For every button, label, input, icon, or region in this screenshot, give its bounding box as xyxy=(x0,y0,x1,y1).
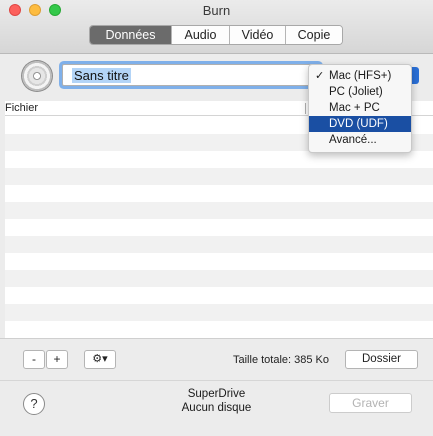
column-header-fichier[interactable]: Fichier xyxy=(5,102,38,114)
menu-item-label: Mac + PC xyxy=(329,102,380,114)
title-bar: Burn Données Audio Vidéo Copie xyxy=(0,0,433,54)
total-size-label: Taille totale: 385 Ko xyxy=(233,354,330,366)
menu-item-pc-joliet[interactable]: PC (Joliet) xyxy=(309,84,411,100)
gear-icon: ⚙▾ xyxy=(92,353,108,365)
add-button[interactable]: + xyxy=(46,350,68,369)
format-menu: ✓ Mac (HFS+) PC (Joliet) Mac + PC DVD (U… xyxy=(308,64,412,153)
drive-status: Aucun disque xyxy=(181,402,252,414)
tab-video[interactable]: Vidéo xyxy=(230,26,286,44)
tab-donnees[interactable]: Données xyxy=(90,26,172,44)
menu-item-label: Avancé... xyxy=(329,134,377,146)
table-row xyxy=(5,202,433,219)
disc-icon xyxy=(21,60,53,92)
menu-item-label: DVD (UDF) xyxy=(329,118,388,130)
table-row xyxy=(5,185,433,202)
menu-item-label: Mac (HFS+) xyxy=(329,70,392,82)
table-row xyxy=(5,253,433,270)
burn-window: Burn Données Audio Vidéo Copie Sans titr… xyxy=(0,0,433,436)
menu-item-mac-hfs[interactable]: ✓ Mac (HFS+) xyxy=(309,68,411,84)
menu-item-dvd-udf[interactable]: DVD (UDF) xyxy=(309,116,411,132)
checkmark-icon: ✓ xyxy=(315,70,325,82)
burn-button[interactable]: Graver xyxy=(329,393,412,413)
tab-copie[interactable]: Copie xyxy=(286,26,342,44)
status-bar: ? SuperDrive Aucun disque Graver xyxy=(0,380,433,436)
help-button[interactable]: ? xyxy=(23,393,45,415)
column-separator[interactable] xyxy=(305,103,306,114)
table-row xyxy=(5,304,433,321)
table-row xyxy=(5,168,433,185)
folder-button[interactable]: Dossier xyxy=(345,350,418,369)
drive-name: SuperDrive xyxy=(187,388,246,400)
menu-item-label: PC (Joliet) xyxy=(329,86,383,98)
table-row xyxy=(5,321,433,338)
action-menu-button[interactable]: ⚙▾ xyxy=(84,350,116,369)
table-row xyxy=(5,219,433,236)
tab-audio[interactable]: Audio xyxy=(172,26,230,44)
menu-item-avance[interactable]: Avancé... xyxy=(309,132,411,148)
table-row xyxy=(5,287,433,304)
bottom-toolbar: - + ⚙▾ Taille totale: 385 Ko Dossier xyxy=(0,338,433,380)
disc-name-field[interactable]: Sans titre xyxy=(62,64,320,86)
disc-name-value: Sans titre xyxy=(72,68,131,83)
table-row xyxy=(5,270,433,287)
remove-button[interactable]: - xyxy=(23,350,45,369)
window-title: Burn xyxy=(202,3,231,18)
table-row xyxy=(5,151,433,168)
menu-item-mac-pc[interactable]: Mac + PC xyxy=(309,100,411,116)
mode-tabs: Données Audio Vidéo Copie xyxy=(89,25,343,45)
table-row xyxy=(5,236,433,253)
